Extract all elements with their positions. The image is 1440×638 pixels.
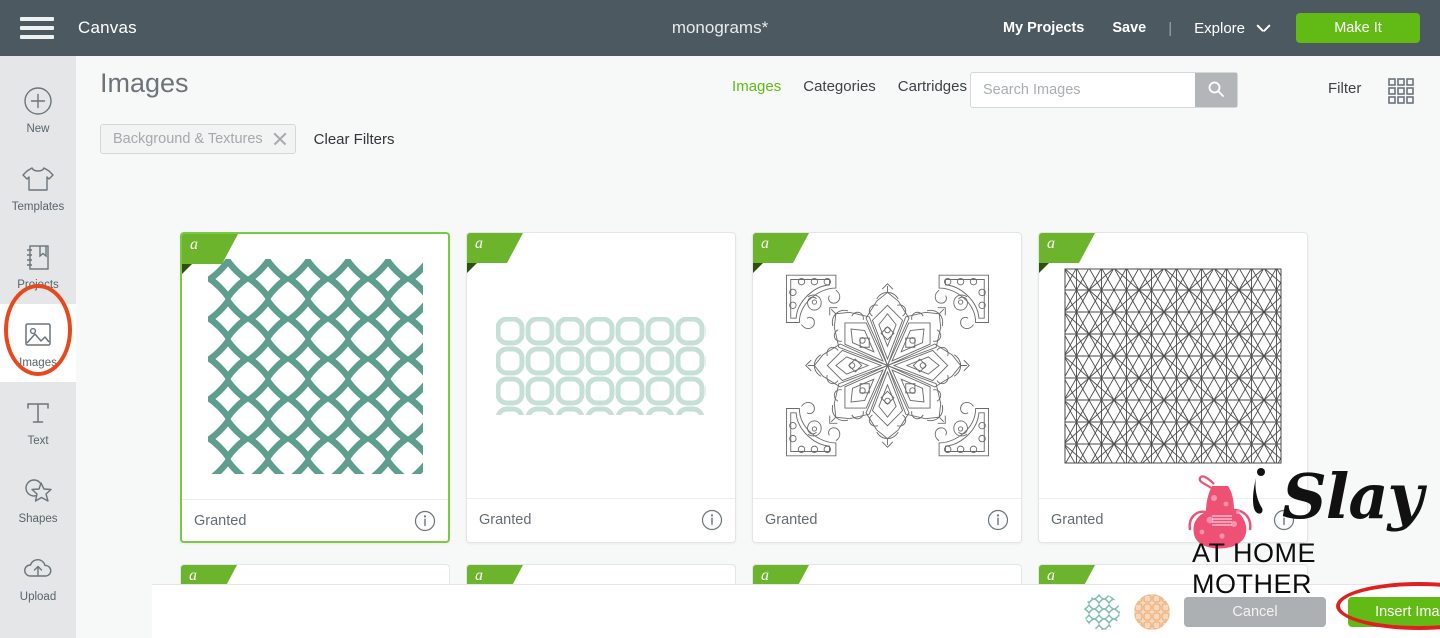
image-thumbnail: a (1039, 233, 1307, 498)
save-button[interactable]: Save (1098, 20, 1160, 36)
picture-icon (22, 318, 54, 352)
panel-tabs: Images Categories Cartridges (732, 78, 967, 95)
explore-dropdown[interactable]: Explore (1180, 20, 1280, 37)
grid-view-icon[interactable] (1388, 78, 1414, 109)
image-card[interactable]: a Granted (466, 232, 736, 543)
sidebar-item-text[interactable]: Text (0, 382, 76, 460)
search-button[interactable] (1195, 73, 1237, 107)
filter-button[interactable]: Filter (1328, 80, 1361, 97)
filter-chip-label: Background & Textures (113, 131, 263, 147)
image-card-footer: Granted (1039, 498, 1307, 540)
image-card[interactable]: a Granted (180, 232, 450, 543)
image-card-footer: Granted (467, 498, 735, 540)
ribbon-label: a (475, 567, 483, 584)
ribbon-label: a (190, 236, 198, 253)
info-icon[interactable] (701, 509, 723, 531)
image-name: Granted (765, 511, 818, 528)
sidebar-item-shapes[interactable]: Shapes (0, 460, 76, 538)
hamburger-icon[interactable] (20, 17, 54, 39)
image-thumbnail: a (467, 233, 735, 498)
image-card-footer: Granted (182, 499, 448, 541)
art-quatrefoil-lattice (207, 259, 423, 474)
image-name: Granted (1051, 511, 1104, 528)
search-bar (970, 72, 1238, 108)
tab-images[interactable]: Images (732, 78, 781, 95)
upload-cloud-icon (22, 552, 54, 586)
sidebar-label-shapes: Shapes (18, 512, 58, 525)
top-header-bar: Canvas monograms* My Projects Save | Exp… (0, 0, 1440, 56)
explore-label: Explore (1194, 19, 1245, 37)
image-card[interactable]: a (752, 232, 1022, 543)
image-name: Granted (194, 512, 247, 529)
image-thumbnail: a (753, 233, 1021, 498)
image-results-grid: a Granted a Granted a Granted a Granted (180, 232, 1440, 543)
art-asanoha-star-grid (1064, 268, 1282, 463)
info-icon[interactable] (987, 509, 1009, 531)
search-input[interactable] (971, 73, 1195, 107)
sidebar-item-projects[interactable]: Projects (0, 226, 76, 304)
image-thumbnail: a (182, 234, 448, 499)
chevron-down-icon (1257, 24, 1270, 32)
sidebar-item-upload[interactable]: Upload (0, 538, 76, 616)
cricut-design-space-screen: Canvas monograms* My Projects Save | Exp… (0, 0, 1440, 638)
cancel-button[interactable]: Cancel (1184, 596, 1326, 627)
panel-header: Images Images Categories Cartridges Filt… (76, 56, 1440, 118)
art-rounded-square-grid (496, 316, 706, 415)
sidebar-label-text: Text (27, 434, 49, 447)
page-title: Images (100, 68, 189, 98)
clear-filters-button[interactable]: Clear Filters (314, 131, 395, 148)
sidebar-item-templates[interactable]: Templates (0, 148, 76, 226)
sidebar-label-new: New (26, 122, 50, 135)
ribbon-label: a (761, 235, 769, 252)
shapes-star-icon (22, 474, 54, 508)
bottom-action-bar: Cancel Insert Images (152, 582, 1440, 638)
ribbon-label: a (761, 567, 769, 584)
insert-images-button[interactable]: Insert Images (1348, 596, 1440, 627)
close-x-icon[interactable] (271, 130, 289, 148)
my-projects-link[interactable]: My Projects (989, 20, 1098, 36)
image-card-footer: Granted (753, 498, 1021, 540)
ribbon-label: a (475, 235, 483, 252)
images-panel: Images Images Categories Cartridges Filt… (76, 56, 1440, 638)
sidebar-label-images: Images (19, 356, 57, 369)
info-icon[interactable] (414, 510, 436, 532)
tab-categories[interactable]: Categories (803, 78, 876, 95)
header-actions: My Projects Save | Explore Make It (989, 13, 1440, 43)
ribbon-label: a (189, 567, 197, 584)
image-name: Granted (479, 511, 532, 528)
header-divider: | (1168, 19, 1173, 37)
make-it-button[interactable]: Make It (1296, 13, 1420, 43)
sidebar-label-projects: Projects (17, 278, 59, 291)
tab-cartridges[interactable]: Cartridges (898, 78, 967, 95)
image-card[interactable]: a Granted (1038, 232, 1308, 543)
notebook-bookmark-icon (23, 240, 53, 274)
text-t-icon (24, 396, 52, 430)
filter-chip-background-textures[interactable]: Background & Textures (100, 124, 296, 154)
peach-pattern-swatch[interactable] (1134, 593, 1170, 630)
sidebar-item-images[interactable]: Images (0, 304, 76, 382)
ribbon-label: a (1047, 235, 1055, 252)
plus-circle-icon (23, 84, 53, 118)
art-damask-medallion (785, 274, 989, 457)
sidebar-label-upload: Upload (19, 590, 57, 603)
info-icon[interactable] (1273, 509, 1295, 531)
left-sidebar: New Templates Projects Images Text Shape… (0, 56, 76, 638)
tshirt-icon (21, 162, 55, 196)
teal-pattern-swatch[interactable] (1084, 593, 1120, 630)
search-icon (1207, 80, 1225, 101)
canvas-label: Canvas (78, 18, 137, 37)
ribbon-label: a (1047, 567, 1055, 584)
sidebar-label-templates: Templates (11, 200, 65, 213)
sidebar-item-new[interactable]: New (0, 70, 76, 148)
active-filters-row: Background & Textures Clear Filters (100, 124, 395, 154)
